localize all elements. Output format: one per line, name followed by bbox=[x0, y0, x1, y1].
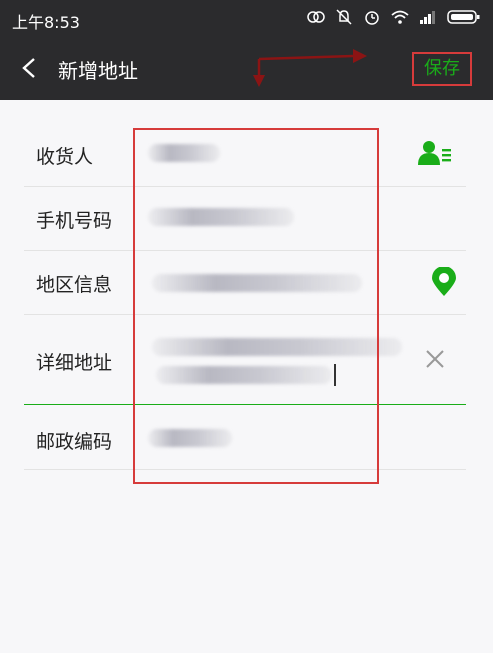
clear-icon[interactable] bbox=[424, 348, 446, 370]
region-row[interactable]: 地区信息 bbox=[24, 250, 466, 315]
postal-code-value[interactable] bbox=[148, 429, 232, 447]
status-time: 上午8:53 bbox=[12, 13, 80, 32]
contact-book-icon[interactable] bbox=[418, 139, 452, 167]
status-bar: 上午8:53 bbox=[0, 0, 493, 38]
postal-code-label: 邮政编码 bbox=[36, 431, 113, 453]
text-cursor bbox=[334, 364, 336, 386]
receiver-row[interactable]: 收货人 bbox=[24, 120, 466, 187]
phone-value[interactable] bbox=[148, 208, 294, 226]
postal-code-row[interactable]: 邮政编码 bbox=[24, 405, 466, 470]
phone-row[interactable]: 手机号码 bbox=[24, 186, 466, 251]
region-label: 地区信息 bbox=[36, 274, 113, 296]
navigation-bar: 新增地址 保存 bbox=[0, 38, 493, 100]
wifi-icon bbox=[391, 10, 409, 24]
battery-icon bbox=[447, 10, 480, 24]
alarm-icon bbox=[365, 11, 379, 25]
address-value-line2[interactable] bbox=[156, 366, 332, 384]
page-title: 新增地址 bbox=[58, 59, 138, 83]
back-arrow-icon[interactable] bbox=[18, 56, 42, 80]
mute-icon bbox=[336, 9, 352, 25]
location-pin-icon[interactable] bbox=[432, 267, 456, 297]
region-value[interactable] bbox=[152, 274, 362, 292]
signal-icon bbox=[420, 11, 435, 24]
address-value-line1[interactable] bbox=[152, 338, 402, 356]
phone-label: 手机号码 bbox=[36, 210, 113, 232]
sync-icon bbox=[307, 11, 325, 23]
address-label: 详细地址 bbox=[36, 352, 113, 374]
receiver-value[interactable] bbox=[148, 144, 220, 162]
save-button[interactable]: 保存 bbox=[414, 53, 470, 85]
address-row[interactable]: 详细地址 bbox=[24, 314, 466, 405]
status-icons bbox=[307, 9, 481, 25]
receiver-label: 收货人 bbox=[36, 146, 94, 168]
